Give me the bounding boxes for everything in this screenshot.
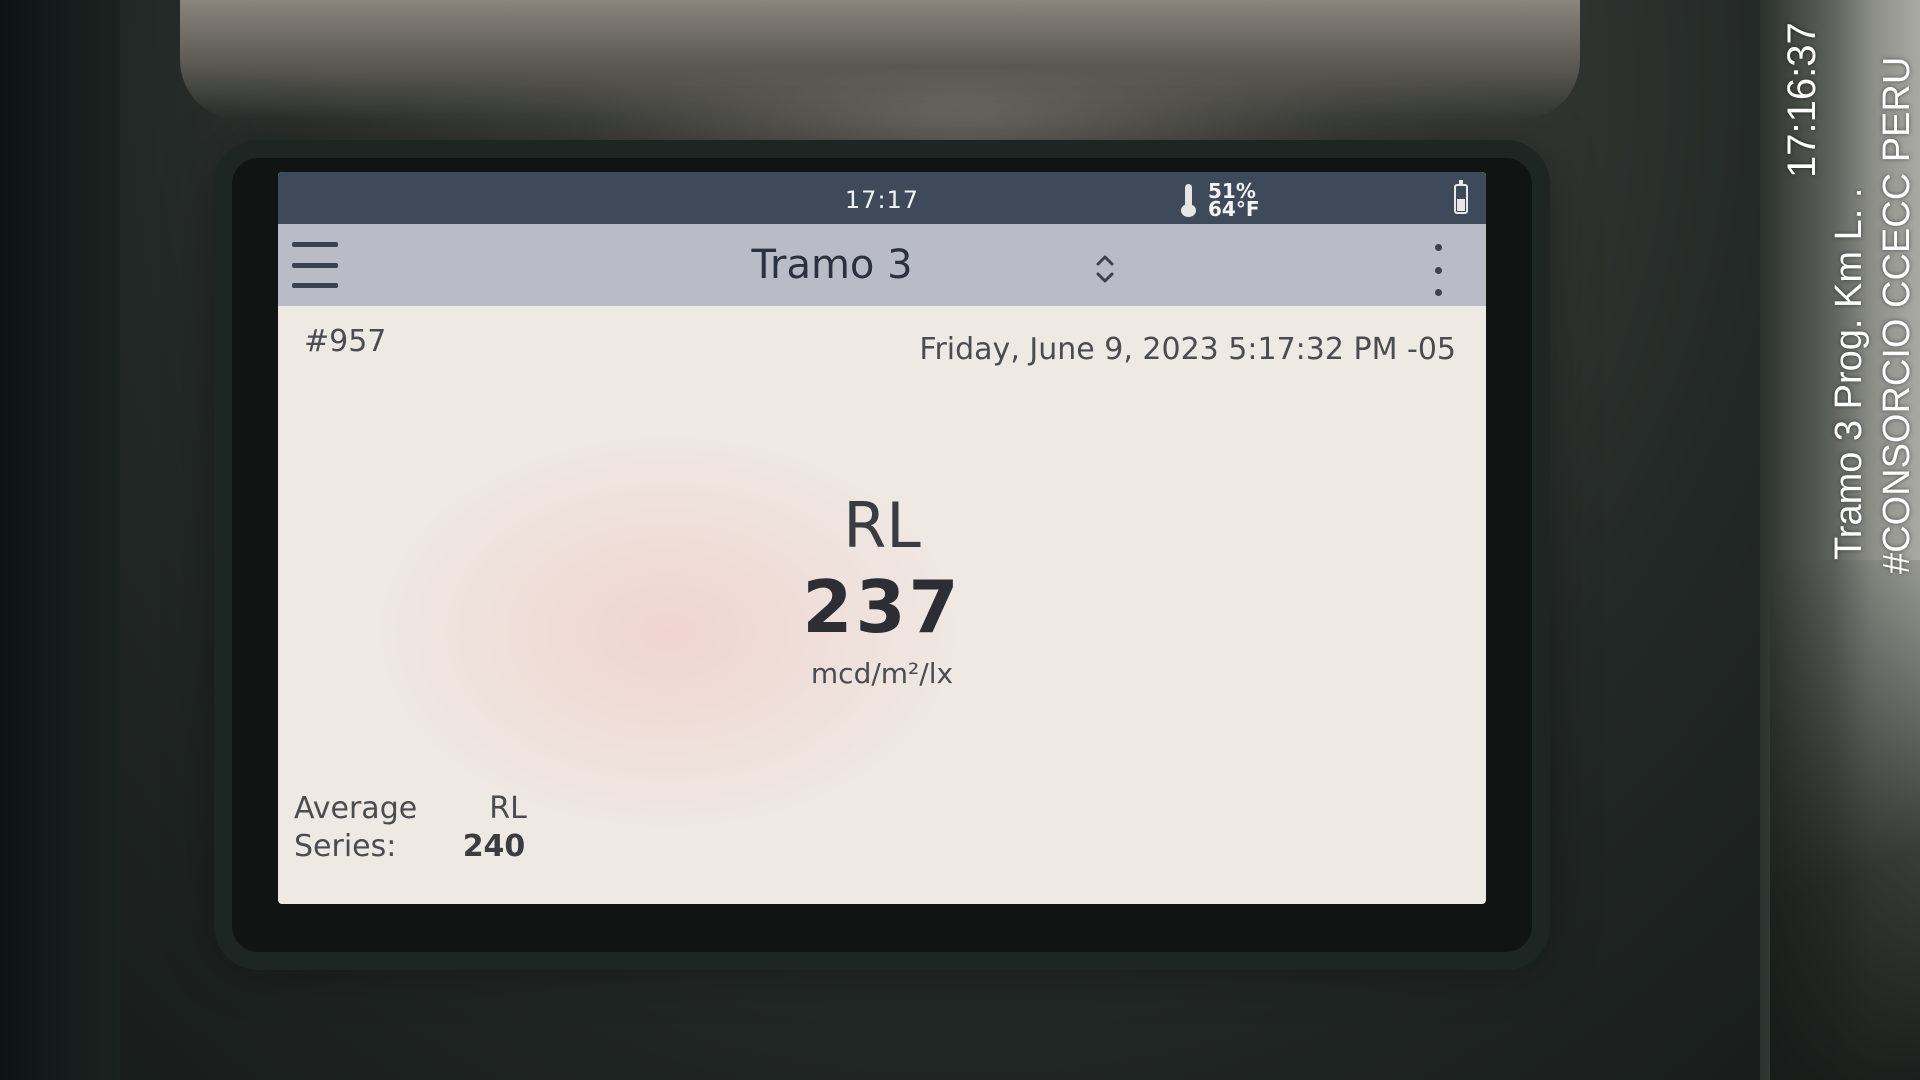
reading-value: 237 bbox=[802, 565, 962, 649]
battery-icon bbox=[1454, 180, 1468, 214]
up-down-chevron-icon[interactable] bbox=[1090, 250, 1120, 288]
watermark-location: Tramo 3 Prog. Km L. . bbox=[1828, 187, 1870, 560]
reading-unit: mcd/m²/lx bbox=[810, 657, 954, 690]
environment-readout: 51% 64°F bbox=[1178, 178, 1260, 222]
photo-right-shadow bbox=[1770, 560, 1920, 1080]
device-top-glare bbox=[180, 0, 1580, 120]
watermark-organization: #CONSORCIO CCECC PERU bbox=[1876, 56, 1918, 574]
app-title: Tramo 3 bbox=[751, 242, 913, 288]
thermometer-icon bbox=[1178, 182, 1200, 218]
status-time: 17:17 bbox=[844, 186, 920, 214]
device-left-edge bbox=[0, 0, 120, 1080]
photo-background: 17:17 51% 64°F Tramo 3 #957 Friday, June… bbox=[0, 0, 1920, 1080]
battery-fill bbox=[1457, 199, 1465, 211]
record-number: #957 bbox=[304, 324, 387, 359]
average-value: 240 bbox=[462, 829, 526, 864]
status-bar: 17:17 51% 64°F bbox=[278, 172, 1486, 224]
measurement-reading: RL 237 mcd/m²/lx bbox=[278, 490, 1486, 696]
app-bar: Tramo 3 bbox=[278, 224, 1486, 306]
kebab-menu-icon[interactable] bbox=[1428, 244, 1448, 296]
series-label: Series: bbox=[294, 829, 397, 864]
watermark-time: 17:16:37 bbox=[1780, 22, 1824, 178]
average-column-header: RL bbox=[489, 791, 527, 826]
temperature-value: 64°F bbox=[1208, 197, 1260, 221]
photo-watermark: 17:16:37 Tramo 3 Prog. Km L. . #CONSORCI… bbox=[1780, 18, 1920, 578]
record-datetime: Friday, June 9, 2023 5:17:32 PM -05 bbox=[919, 332, 1456, 367]
average-label: Average bbox=[294, 791, 418, 826]
average-series: Average RL Series: 240 bbox=[294, 790, 548, 866]
reading-label: RL bbox=[843, 489, 921, 562]
device-screen: 17:17 51% 64°F Tramo 3 #957 Friday, June… bbox=[278, 172, 1486, 904]
